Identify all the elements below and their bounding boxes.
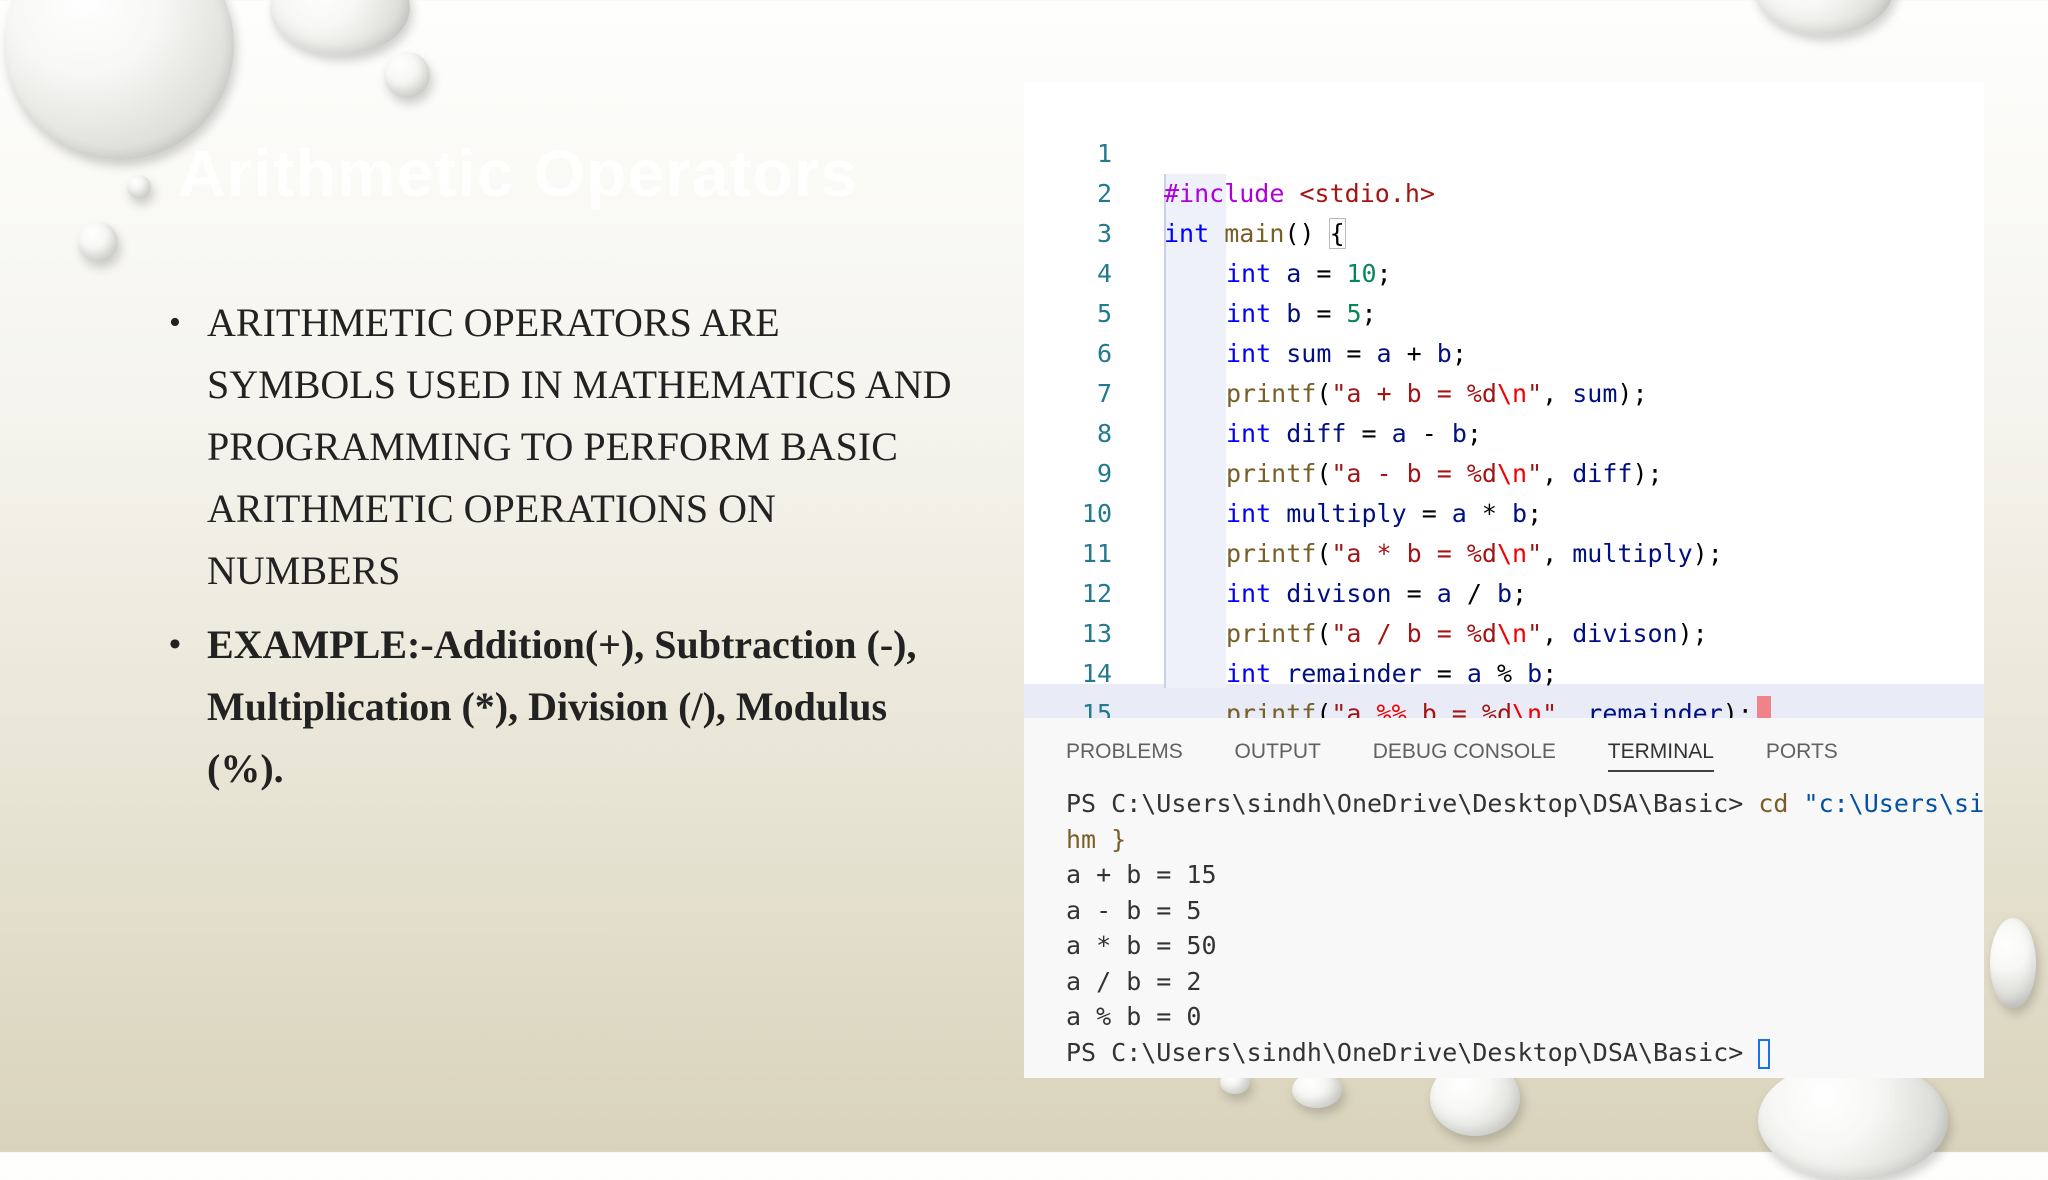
- terminal-panel[interactable]: PROBLEMS OUTPUT DEBUG CONSOLE TERMINAL P…: [1024, 718, 1984, 1078]
- code-line[interactable]: 15 return 0;: [1024, 654, 1984, 718]
- water-drop-decoration: [1758, 1060, 1948, 1180]
- slide-title: Arithmetic Operators: [178, 136, 859, 210]
- code-line[interactable]: 3 int a = 10;: [1024, 174, 1984, 288]
- bullet-list: • Arithmetic operators are symbols used …: [165, 292, 965, 800]
- code-line[interactable]: 13 int remainder = a % b;: [1024, 574, 1984, 688]
- terminal-line: hm }: [1066, 824, 1127, 854]
- code-line[interactable]: 4 int b = 5;: [1024, 214, 1984, 328]
- water-drop-decoration: [1754, 0, 1894, 35]
- bullet-icon: •: [169, 304, 181, 341]
- water-drop-decoration: [127, 175, 151, 199]
- water-drop-decoration: [78, 222, 118, 262]
- bullet-item-definition: • Arithmetic operators are symbols used …: [165, 292, 965, 602]
- tab-debug-console[interactable]: DEBUG CONSOLE: [1373, 740, 1556, 770]
- terminal-line: a * b = 50: [1066, 931, 1217, 960]
- code-editor[interactable]: 1 #include <stdio.h> 2 int main() { 3 in…: [1024, 82, 1984, 718]
- code-line[interactable]: 5 int sum = a + b;: [1024, 254, 1984, 368]
- panel-tabs: PROBLEMS OUTPUT DEBUG CONSOLE TERMINAL P…: [1066, 740, 1884, 772]
- tab-ports[interactable]: PORTS: [1766, 740, 1838, 770]
- terminal-output[interactable]: PS C:\Users\sindh\OneDrive\Desktop\DSA\B…: [1066, 786, 1984, 1070]
- tab-problems[interactable]: PROBLEMS: [1066, 740, 1183, 770]
- code-line[interactable]: 7 int diff = a - b;: [1024, 334, 1984, 448]
- terminal-cursor: [1758, 1038, 1771, 1069]
- water-drop-decoration: [270, 0, 410, 55]
- terminal-line: a - b = 5: [1066, 895, 1202, 925]
- tab-output[interactable]: OUTPUT: [1235, 740, 1321, 770]
- terminal-line: a % b = 0: [1066, 1002, 1202, 1031]
- bullet-text: EXAMPLE:-Addition(+), Subtraction (-), M…: [207, 622, 917, 791]
- terminal-line: a / b = 2: [1066, 966, 1202, 996]
- tab-terminal[interactable]: TERMINAL: [1607, 740, 1714, 772]
- code-line[interactable]: 2 int main() {: [1024, 134, 1984, 249]
- code-line[interactable]: 10 printf("a * b = %d\n", multiply);: [1024, 454, 1984, 568]
- bullet-icon: •: [169, 626, 181, 663]
- code-line[interactable]: 14 printf("a %% b = %d\n", remainder);: [1024, 614, 1984, 718]
- bullet-text: Arithmetic operators are symbols used in…: [207, 300, 952, 593]
- code-line[interactable]: 9 int multiply = a * b;: [1024, 414, 1984, 528]
- terminal-prompt[interactable]: PS C:\Users\sindh\OneDrive\Desktop\DSA\B…: [1066, 1035, 1984, 1071]
- code-line[interactable]: 6 printf("a + b = %d\n", sum);: [1024, 294, 1984, 408]
- water-drop-decoration: [1990, 918, 2036, 1008]
- water-drop-decoration: [384, 52, 430, 98]
- terminal-line: a + b = 15: [1066, 860, 1217, 889]
- terminal-line: PS C:\Users\sindh\OneDrive\Desktop\DSA\B…: [1066, 789, 1984, 818]
- bullet-item-example: • EXAMPLE:-Addition(+), Subtraction (-),…: [165, 614, 965, 800]
- code-line[interactable]: 8 printf("a - b = %d\n", diff);: [1024, 374, 1984, 488]
- code-line[interactable]: 16 }: [1024, 692, 1984, 718]
- code-line[interactable]: 11 int divison = a / b;: [1024, 494, 1984, 608]
- code-line[interactable]: 1 #include <stdio.h>: [1024, 94, 1984, 208]
- code-line[interactable]: 12 printf("a / b = %d\n", divison);: [1024, 534, 1984, 648]
